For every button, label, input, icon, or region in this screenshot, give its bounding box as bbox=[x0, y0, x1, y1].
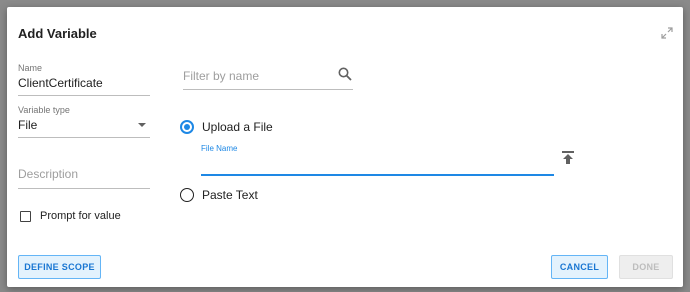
filter-placeholder: Filter by name bbox=[183, 69, 260, 83]
upload-file-label: Upload a File bbox=[202, 120, 273, 134]
variable-type-select[interactable]: Variable type File bbox=[18, 105, 150, 138]
filter-input[interactable]: Filter by name bbox=[183, 67, 353, 90]
variable-type-label: Variable type bbox=[18, 105, 70, 115]
prompt-for-value-label: Prompt for value bbox=[40, 210, 121, 222]
name-field-label: Name bbox=[18, 63, 43, 73]
expand-icon[interactable] bbox=[661, 27, 673, 39]
cancel-button[interactable]: CANCEL bbox=[551, 255, 608, 279]
checkbox-box[interactable] bbox=[20, 210, 31, 222]
name-field-value[interactable]: ClientCertificate bbox=[18, 76, 150, 96]
add-variable-dialog: Add Variable Name ClientCertificate Vari… bbox=[7, 7, 683, 287]
paste-text-label: Paste Text bbox=[202, 188, 258, 202]
variable-type-selected: File bbox=[18, 118, 38, 132]
file-name-label: File Name bbox=[201, 144, 238, 153]
search-icon[interactable] bbox=[338, 67, 352, 81]
paste-text-radio[interactable] bbox=[180, 188, 194, 202]
prompt-for-value-checkbox[interactable]: Prompt for value bbox=[20, 210, 121, 222]
define-scope-button[interactable]: DEFINE SCOPE bbox=[18, 255, 101, 279]
dialog-title: Add Variable bbox=[18, 26, 97, 41]
upload-icon[interactable] bbox=[562, 151, 574, 164]
done-button[interactable]: DONE bbox=[619, 255, 673, 279]
upload-file-radio[interactable] bbox=[180, 120, 194, 134]
file-name-input[interactable] bbox=[201, 174, 554, 176]
description-input[interactable]: Description bbox=[18, 167, 150, 189]
variable-type-value[interactable]: File bbox=[18, 118, 150, 138]
upload-file-option[interactable]: Upload a File bbox=[180, 120, 273, 134]
paste-text-option[interactable]: Paste Text bbox=[180, 188, 258, 202]
name-field[interactable]: Name ClientCertificate bbox=[18, 63, 150, 96]
chevron-down-icon[interactable] bbox=[138, 123, 146, 127]
